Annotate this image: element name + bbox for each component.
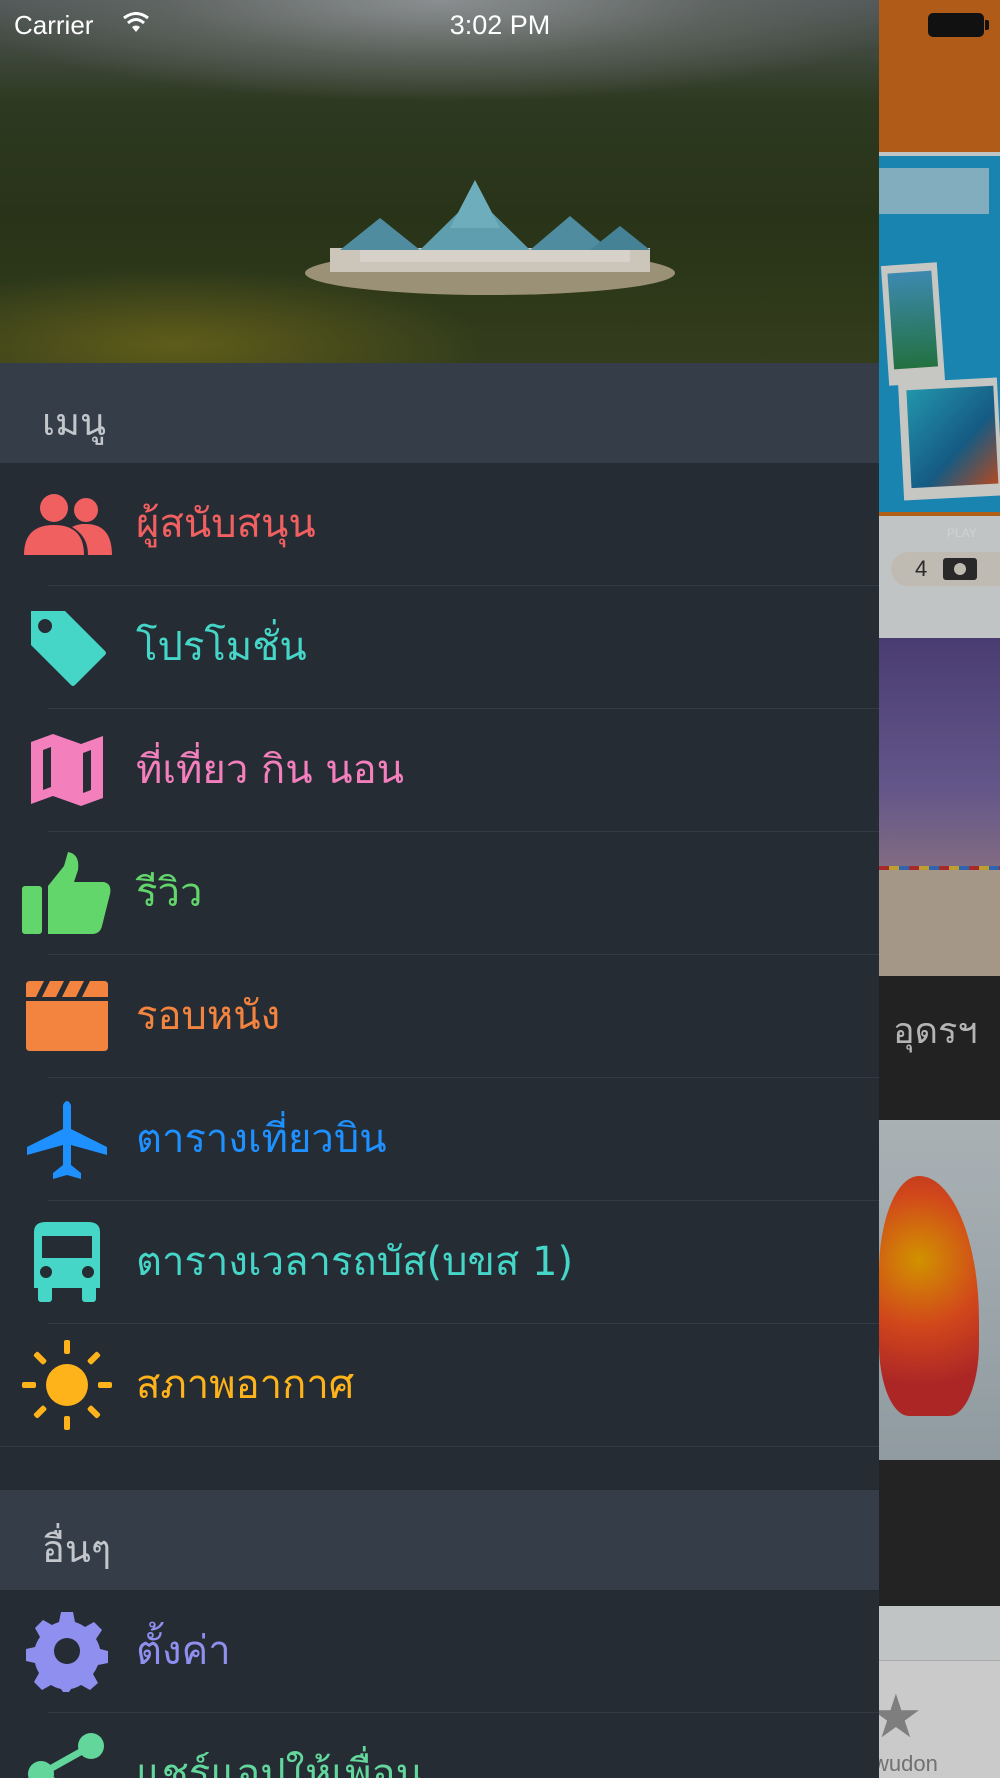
gear-icon (20, 1612, 114, 1692)
menu-item-promotions[interactable]: โปรโมชั่น (0, 586, 879, 709)
menu-item-label: สภาพอากาศ (136, 1362, 355, 1408)
menu-item-label: โปรโมชั่น (136, 624, 307, 670)
sun-icon (20, 1340, 114, 1430)
section-title: อื่นๆ (42, 1527, 112, 1571)
temple-illustration (305, 180, 675, 295)
divider (0, 1446, 879, 1447)
airplane-icon (20, 1100, 114, 1179)
menu-item-places[interactable]: ที่เที่ยว กิน นอน (0, 709, 879, 832)
menu-item-label: รอบหนัง (136, 993, 281, 1039)
menu-item-weather[interactable]: สภาพอากาศ (0, 1324, 879, 1447)
clapperboard-icon (20, 977, 114, 1055)
menu-item-label: รีวิว (136, 870, 203, 916)
menu-item-movies[interactable]: รอบหนัง (0, 955, 879, 1078)
menu-section-header: เมนู (0, 363, 879, 463)
other-section-header: อื่นๆ (0, 1490, 879, 1590)
map-icon (20, 731, 114, 809)
menu-item-label: ผู้สนับสนุน (136, 501, 316, 547)
tag-icon (20, 608, 114, 686)
battery-icon (928, 13, 989, 37)
bus-icon (20, 1222, 114, 1302)
menu-item-sponsors[interactable]: ผู้สนับสนุน (0, 463, 879, 586)
thumbs-up-icon (20, 852, 114, 934)
share-icon (20, 1733, 114, 1778)
side-menu-drawer: เมนู ผู้สนับสนุน โปรโมชั่น ที่เที่ยว กิน… (0, 0, 879, 1778)
people-icon (20, 485, 114, 563)
section-title: เมนู (42, 400, 107, 444)
menu-item-flights[interactable]: ตารางเที่ยวบิน (0, 1078, 879, 1201)
menu-item-share-app[interactable]: แชร์แอปให้เพื่อน (0, 1713, 879, 1778)
menu-item-label: ตารางเวลารถบัส(บขส 1) (136, 1239, 574, 1285)
drawer-header-image (0, 0, 879, 363)
menu-item-label: ตารางเที่ยวบิน (136, 1116, 387, 1162)
menu-item-reviews[interactable]: รีวิว (0, 832, 879, 955)
menu-item-label: ที่เที่ยว กิน นอน (136, 747, 405, 793)
menu-item-settings[interactable]: ตั้งค่า (0, 1590, 879, 1713)
menu-item-label: ตั้งค่า (136, 1628, 231, 1674)
background-dim-overlay[interactable] (879, 0, 1000, 1778)
clock: 3:02 PM (449, 10, 551, 40)
menu-item-label: แชร์แอปให้เพื่อน (136, 1751, 423, 1778)
status-bar: Carrier 3:02 PM (0, 0, 1000, 50)
menu-item-bus-schedule[interactable]: ตารางเวลารถบัส(บขส 1) (0, 1201, 879, 1324)
